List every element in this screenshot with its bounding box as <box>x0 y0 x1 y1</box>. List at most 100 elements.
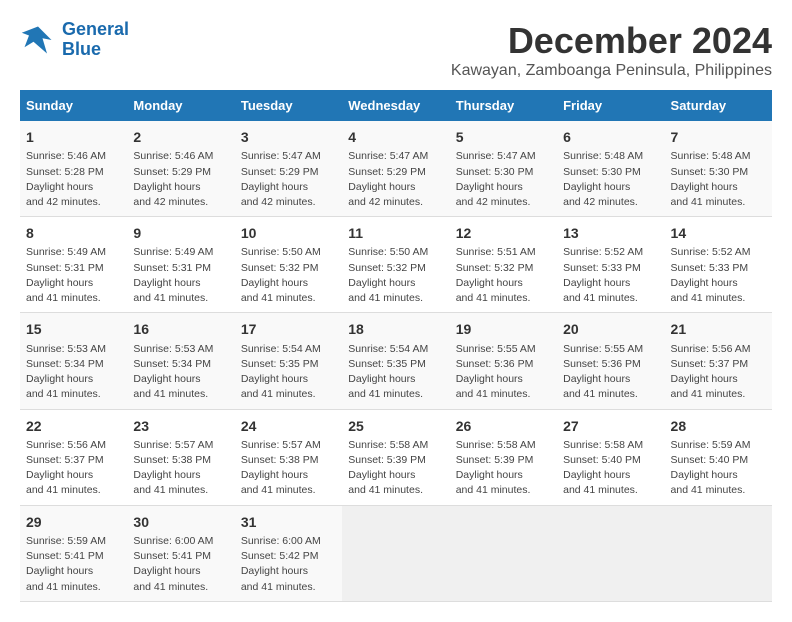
table-cell: 31Sunrise: 6:00 AMSunset: 5:42 PMDayligh… <box>235 505 342 601</box>
day-info: Sunrise: 5:54 AMSunset: 5:35 PMDaylight … <box>348 342 443 403</box>
table-cell: 4Sunrise: 5:47 AMSunset: 5:29 PMDaylight… <box>342 121 449 217</box>
table-cell: 10Sunrise: 5:50 AMSunset: 5:32 PMDayligh… <box>235 217 342 313</box>
table-cell: 24Sunrise: 5:57 AMSunset: 5:38 PMDayligh… <box>235 409 342 505</box>
table-row: 29Sunrise: 5:59 AMSunset: 5:41 PMDayligh… <box>20 505 772 601</box>
day-number: 15 <box>26 319 121 339</box>
table-cell: 16 Sunrise: 5:53 AMSunset: 5:34 PMDayligh… <box>127 313 234 409</box>
col-tuesday: Tuesday <box>235 90 342 121</box>
table-cell: 5Sunrise: 5:47 AMSunset: 5:30 PMDaylight… <box>450 121 557 217</box>
day-number: 10 <box>241 223 336 243</box>
day-info: Sunrise: 5:57 AMSunset: 5:38 PMDaylight … <box>133 438 228 499</box>
day-number: 23 <box>133 416 228 436</box>
day-number: 5 <box>456 127 551 147</box>
col-monday: Monday <box>127 90 234 121</box>
day-info: Sunrise: 5:52 AMSunset: 5:33 PMDaylight … <box>563 245 658 306</box>
day-info: Sunrise: 5:55 AMSunset: 5:36 PMDaylight … <box>563 342 658 403</box>
day-number: 28 <box>671 416 766 436</box>
day-number: 7 <box>671 127 766 147</box>
col-friday: Friday <box>557 90 664 121</box>
table-cell: 12Sunrise: 5:51 AMSunset: 5:32 PMDayligh… <box>450 217 557 313</box>
calendar-table: Sunday Monday Tuesday Wednesday Thursday… <box>20 90 772 602</box>
day-info: Sunrise: 5:55 AMSunset: 5:36 PMDaylight … <box>456 342 551 403</box>
day-number: 14 <box>671 223 766 243</box>
logo: General Blue <box>20 20 129 60</box>
day-info: Sunrise: 5:50 AMSunset: 5:32 PMDaylight … <box>348 245 443 306</box>
day-number: 16 <box>133 319 228 339</box>
day-info: Sunrise: 5:59 AMSunset: 5:40 PMDaylight … <box>671 438 766 499</box>
table-cell <box>665 505 772 601</box>
day-info: Sunrise: 5:49 AMSunset: 5:31 PMDaylight … <box>26 245 121 306</box>
table-cell <box>450 505 557 601</box>
table-cell: 15Sunrise: 5:53 AMSunset: 5:34 PMDayligh… <box>20 313 127 409</box>
day-info: Sunrise: 6:00 AMSunset: 5:42 PMDaylight … <box>241 534 336 595</box>
day-info: Sunrise: 5:58 AMSunset: 5:39 PMDaylight … <box>348 438 443 499</box>
day-info: Sunrise: 5:50 AMSunset: 5:32 PMDaylight … <box>241 245 336 306</box>
table-cell <box>342 505 449 601</box>
day-info: Sunrise: 5:46 AMSunset: 5:29 PMDaylight … <box>133 149 228 210</box>
table-cell: 13Sunrise: 5:52 AMSunset: 5:33 PMDayligh… <box>557 217 664 313</box>
day-info: Sunrise: 5:47 AMSunset: 5:29 PMDaylight … <box>348 149 443 210</box>
table-cell: 2Sunrise: 5:46 AMSunset: 5:29 PMDaylight… <box>127 121 234 217</box>
day-info: Sunrise: 5:57 AMSunset: 5:38 PMDaylight … <box>241 438 336 499</box>
table-cell <box>557 505 664 601</box>
day-number: 29 <box>26 512 121 532</box>
day-number: 21 <box>671 319 766 339</box>
table-cell: 29Sunrise: 5:59 AMSunset: 5:41 PMDayligh… <box>20 505 127 601</box>
day-number: 3 <box>241 127 336 147</box>
day-info: Sunrise: 5:56 AMSunset: 5:37 PMDaylight … <box>26 438 121 499</box>
day-number: 18 <box>348 319 443 339</box>
day-number: 1 <box>26 127 121 147</box>
table-cell: 18 Sunrise: 5:54 AMSunset: 5:35 PMDayligh… <box>342 313 449 409</box>
day-info: Sunrise: 5:58 AMSunset: 5:40 PMDaylight … <box>563 438 658 499</box>
table-row: 1Sunrise: 5:46 AMSunset: 5:28 PMDaylight… <box>20 121 772 217</box>
col-saturday: Saturday <box>665 90 772 121</box>
day-number: 2 <box>133 127 228 147</box>
day-info: Sunrise: 5:53 AMSunset: 5:34 PMDaylight … <box>133 342 228 403</box>
day-number: 6 <box>563 127 658 147</box>
day-info: Sunrise: 5:58 AMSunset: 5:39 PMDaylight … <box>456 438 551 499</box>
day-info: Sunrise: 5:46 AMSunset: 5:28 PMDaylight … <box>26 149 121 210</box>
day-info: Sunrise: 5:59 AMSunset: 5:41 PMDaylight … <box>26 534 121 595</box>
table-cell: 25Sunrise: 5:58 AMSunset: 5:39 PMDayligh… <box>342 409 449 505</box>
month-title: December 2024 <box>451 20 772 62</box>
logo-icon <box>20 22 56 58</box>
table-cell: 17Sunrise: 5:54 AMSunset: 5:35 PMDayligh… <box>235 313 342 409</box>
day-number: 31 <box>241 512 336 532</box>
table-cell: 20Sunrise: 5:55 AMSunset: 5:36 PMDayligh… <box>557 313 664 409</box>
day-info: Sunrise: 5:49 AMSunset: 5:31 PMDaylight … <box>133 245 228 306</box>
day-number: 22 <box>26 416 121 436</box>
table-cell: 7Sunrise: 5:48 AMSunset: 5:30 PMDaylight… <box>665 121 772 217</box>
title-section: December 2024 Kawayan, Zamboanga Peninsu… <box>451 20 772 80</box>
day-number: 9 <box>133 223 228 243</box>
table-cell: 22Sunrise: 5:56 AMSunset: 5:37 PMDayligh… <box>20 409 127 505</box>
day-number: 17 <box>241 319 336 339</box>
day-info: Sunrise: 5:48 AMSunset: 5:30 PMDaylight … <box>563 149 658 210</box>
day-number: 4 <box>348 127 443 147</box>
page-header: General Blue December 2024 Kawayan, Zamb… <box>20 20 772 80</box>
day-number: 8 <box>26 223 121 243</box>
table-cell: 19Sunrise: 5:55 AMSunset: 5:36 PMDayligh… <box>450 313 557 409</box>
table-cell: 1Sunrise: 5:46 AMSunset: 5:28 PMDaylight… <box>20 121 127 217</box>
table-cell: 30Sunrise: 6:00 AMSunset: 5:41 PMDayligh… <box>127 505 234 601</box>
table-cell: 23Sunrise: 5:57 AMSunset: 5:38 PMDayligh… <box>127 409 234 505</box>
table-cell: 14Sunrise: 5:52 AMSunset: 5:33 PMDayligh… <box>665 217 772 313</box>
day-info: Sunrise: 5:47 AMSunset: 5:30 PMDaylight … <box>456 149 551 210</box>
col-sunday: Sunday <box>20 90 127 121</box>
table-cell: 8Sunrise: 5:49 AMSunset: 5:31 PMDaylight… <box>20 217 127 313</box>
table-cell: 26Sunrise: 5:58 AMSunset: 5:39 PMDayligh… <box>450 409 557 505</box>
day-number: 26 <box>456 416 551 436</box>
table-cell: 21Sunrise: 5:56 AMSunset: 5:37 PMDayligh… <box>665 313 772 409</box>
day-info: Sunrise: 5:47 AMSunset: 5:29 PMDaylight … <box>241 149 336 210</box>
col-wednesday: Wednesday <box>342 90 449 121</box>
logo-text: General Blue <box>62 20 129 60</box>
col-thursday: Thursday <box>450 90 557 121</box>
day-info: Sunrise: 5:48 AMSunset: 5:30 PMDaylight … <box>671 149 766 210</box>
day-number: 27 <box>563 416 658 436</box>
day-number: 30 <box>133 512 228 532</box>
day-info: Sunrise: 5:52 AMSunset: 5:33 PMDaylight … <box>671 245 766 306</box>
day-number: 13 <box>563 223 658 243</box>
table-cell: 28Sunrise: 5:59 AMSunset: 5:40 PMDayligh… <box>665 409 772 505</box>
day-number: 12 <box>456 223 551 243</box>
day-number: 24 <box>241 416 336 436</box>
table-cell: 27Sunrise: 5:58 AMSunset: 5:40 PMDayligh… <box>557 409 664 505</box>
